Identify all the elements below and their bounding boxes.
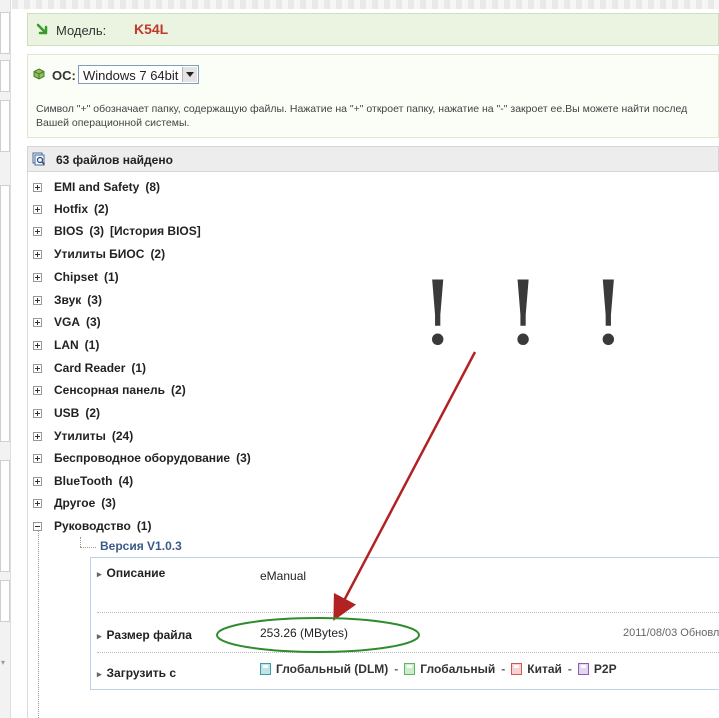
annotation-ellipse xyxy=(216,617,420,653)
annotation-overlay xyxy=(216,351,477,653)
annotation-arrow xyxy=(333,351,477,621)
